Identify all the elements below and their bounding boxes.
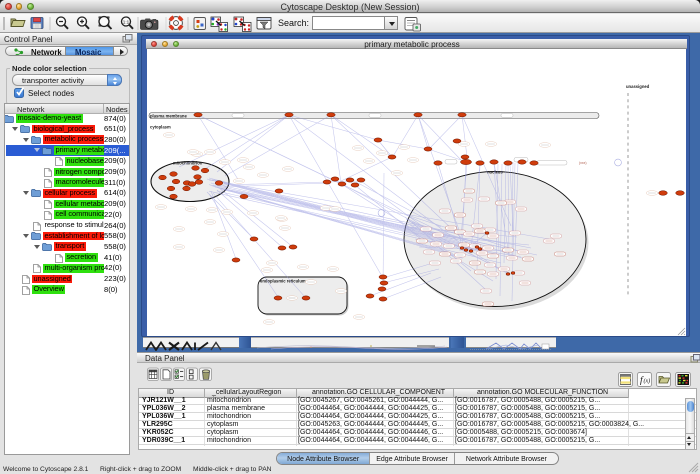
svg-text:unassigned: unassigned: [626, 84, 650, 89]
svg-text:(xxx): (xxx): [579, 161, 587, 165]
svg-text:endoplasmic reticulum: endoplasmic reticulum: [260, 279, 306, 284]
svg-text:(x): (x): [644, 377, 651, 384]
svg-text:plasma membrane: plasma membrane: [150, 113, 187, 118]
svg-text:1:1: 1:1: [123, 19, 130, 24]
svg-text:cytoplasm: cytoplasm: [150, 125, 171, 130]
